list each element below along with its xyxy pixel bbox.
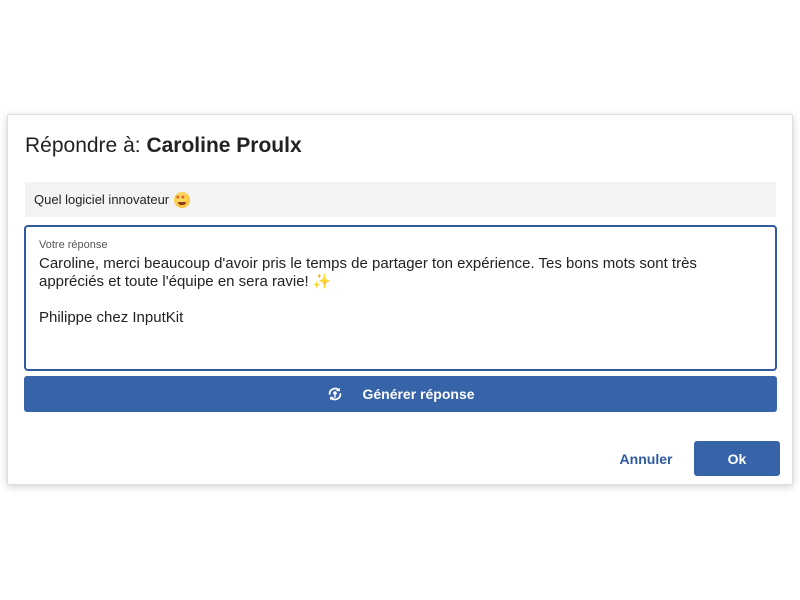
dialog-title: Répondre à: Caroline Proulx [25,134,302,158]
review-quote: Quel logiciel innovateur [25,182,776,217]
reply-dialog: Répondre à: Caroline Proulx Quel logicie… [7,114,793,485]
reply-textarea[interactable]: Votre réponse Caroline, merci beaucoup d… [24,225,777,371]
generate-reply-label: Générer réponse [362,386,475,402]
ok-button[interactable]: Ok [694,441,780,476]
generate-reply-button[interactable]: Générer réponse [24,376,777,412]
reply-line-1: Caroline, merci beaucoup d'avoir pris le… [39,255,697,272]
sparkle-icon: ✨ [312,273,332,290]
star-struck-emoji-icon [174,191,191,208]
ai-generate-icon [329,387,342,401]
ok-label: Ok [727,450,747,467]
reply-line-2: appréciés et toute l'équipe en sera ravi… [39,273,309,290]
reviewer-name: Caroline Proulx [146,134,302,157]
cancel-button[interactable]: Annuler [608,443,684,475]
reply-text[interactable]: Caroline, merci beaucoup d'avoir pris le… [39,255,759,327]
review-text: Quel logiciel innovateur [34,192,170,207]
reply-signature: Philippe chez InputKit [39,309,184,326]
reply-label: Votre réponse [39,239,108,251]
title-prefix: Répondre à: [25,134,141,157]
cancel-label: Annuler [619,451,673,467]
